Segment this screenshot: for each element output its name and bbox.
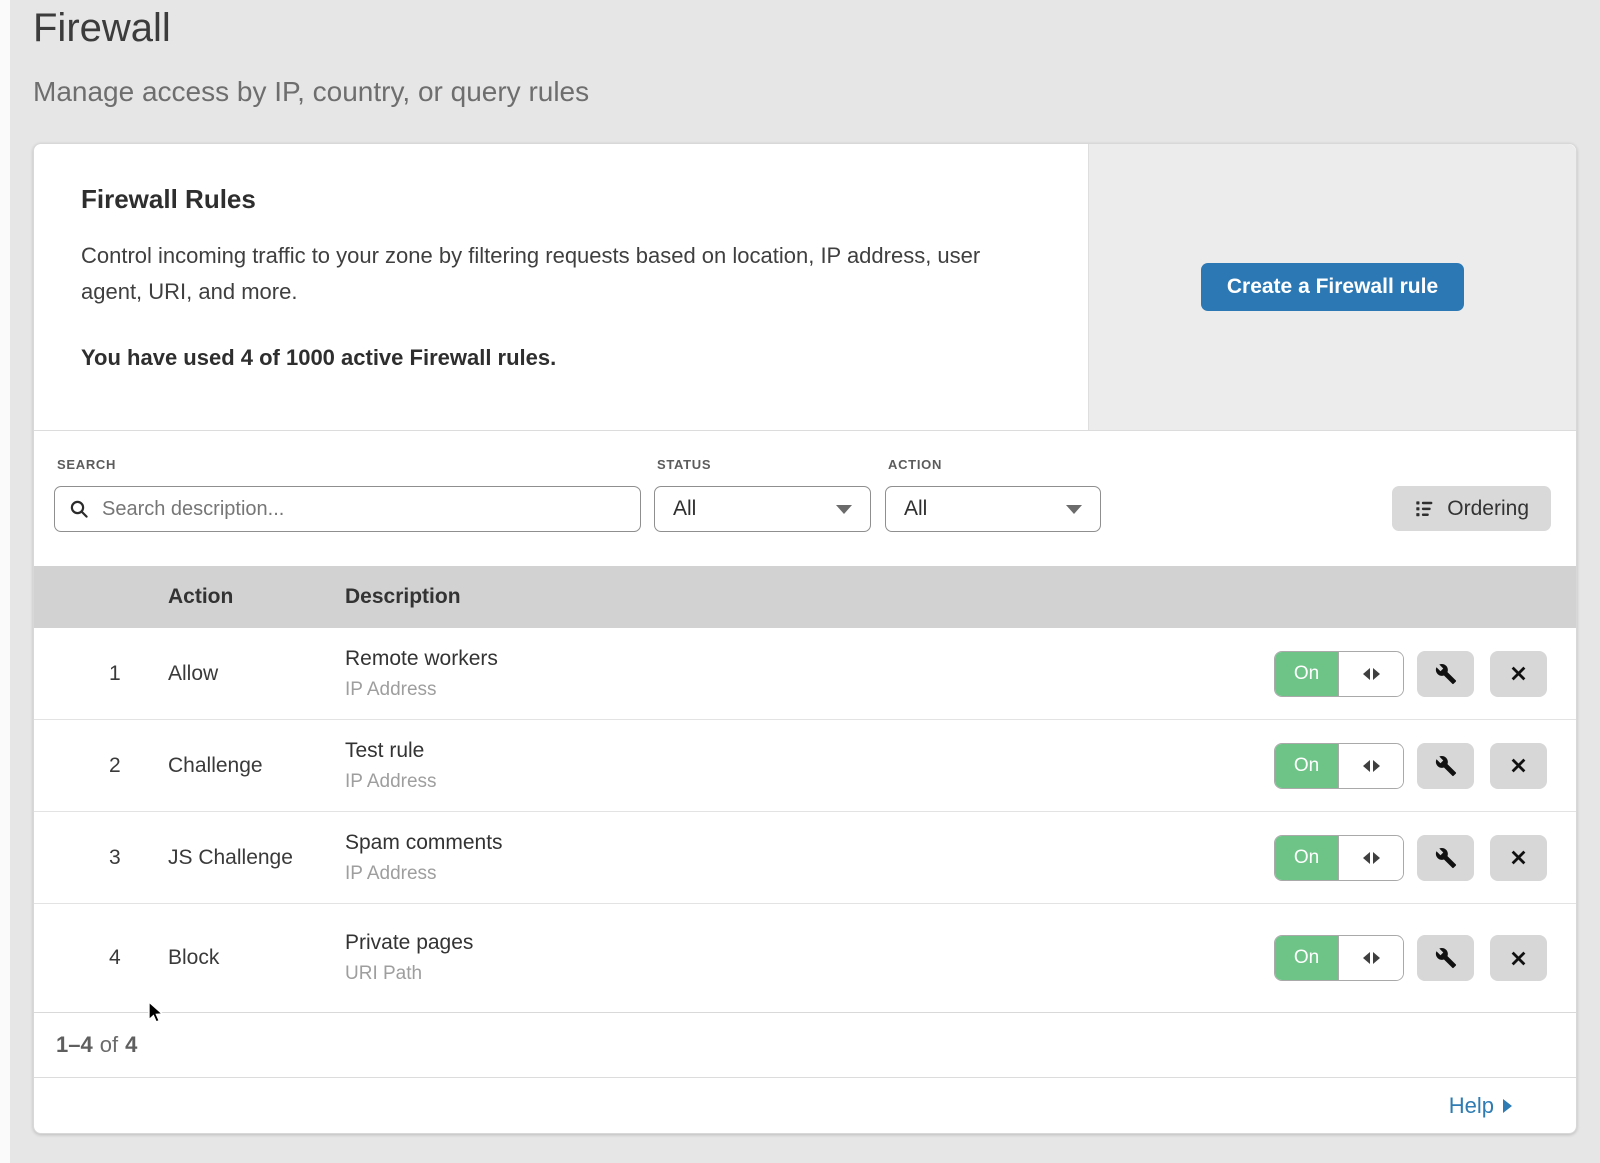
create-firewall-rule-button[interactable]: Create a Firewall rule: [1201, 263, 1464, 311]
delete-rule-button[interactable]: [1490, 651, 1547, 697]
edit-rule-button[interactable]: [1417, 935, 1474, 981]
action-group: ACTION All: [885, 457, 1101, 566]
rule-target: IP Address: [345, 679, 1274, 701]
pagination-range: 1–4: [56, 1032, 93, 1058]
close-icon: [1508, 663, 1529, 684]
search-group: SEARCH: [54, 457, 641, 566]
status-select[interactable]: All: [654, 486, 871, 532]
wrench-icon: [1435, 755, 1457, 777]
search-label: SEARCH: [57, 457, 641, 472]
delete-rule-button[interactable]: [1490, 935, 1547, 981]
page-title: Firewall: [33, 6, 589, 51]
rule-priority: 3: [34, 846, 168, 870]
edit-rule-button[interactable]: [1417, 743, 1474, 789]
toggle-arrows-icon[interactable]: [1338, 936, 1403, 980]
toggle-on-label: On: [1275, 936, 1338, 980]
toggle-on-label: On: [1275, 836, 1338, 880]
rule-description: Private pages: [345, 931, 1274, 955]
search-input[interactable]: [100, 497, 626, 522]
firewall-rules-card: Firewall Rules Control incoming traffic …: [33, 143, 1577, 1134]
rule-target: IP Address: [345, 863, 1274, 885]
firewall-rules-description: Control incoming traffic to your zone by…: [81, 238, 1028, 310]
edit-rule-button[interactable]: [1417, 835, 1474, 881]
rule-toggle[interactable]: On: [1274, 935, 1404, 981]
rule-target: IP Address: [345, 771, 1274, 793]
rule-description: Test rule: [345, 739, 1274, 763]
close-icon: [1508, 948, 1529, 969]
toggle-arrows-icon[interactable]: [1338, 836, 1403, 880]
filter-bar: SEARCH STATUS All ACTION All: [34, 431, 1576, 566]
rule-target: URI Path: [345, 963, 1274, 985]
overview-section: Firewall Rules Control incoming traffic …: [34, 144, 1576, 431]
delete-rule-button[interactable]: [1490, 835, 1547, 881]
chevron-down-icon: [1066, 505, 1082, 514]
column-action: Action: [168, 585, 345, 609]
rule-controls: On: [1274, 935, 1576, 981]
toggle-on-label: On: [1275, 652, 1338, 696]
wrench-icon: [1435, 663, 1457, 685]
action-select-value: All: [904, 497, 927, 521]
table-header: Action Description: [34, 566, 1576, 628]
overview-text-block: Firewall Rules Control incoming traffic …: [34, 144, 1088, 430]
delete-rule-button[interactable]: [1490, 743, 1547, 789]
pagination-total: 4: [125, 1032, 137, 1058]
left-edge-strip: [0, 0, 10, 1163]
help-link-label: Help: [1449, 1093, 1494, 1119]
pagination-of: of: [100, 1032, 118, 1058]
table-row: 1 Allow Remote workers IP Address On: [34, 628, 1576, 720]
toggle-on-label: On: [1275, 744, 1338, 788]
rule-toggle[interactable]: On: [1274, 651, 1404, 697]
rule-priority: 1: [34, 662, 168, 686]
chevron-down-icon: [836, 505, 852, 514]
rule-toggle[interactable]: On: [1274, 743, 1404, 789]
table-row: 3 JS Challenge Spam comments IP Address …: [34, 812, 1576, 904]
rule-controls: On: [1274, 651, 1576, 697]
help-link[interactable]: Help: [1449, 1093, 1512, 1119]
rule-controls: On: [1274, 743, 1576, 789]
firewall-rules-heading: Firewall Rules: [81, 184, 1028, 215]
status-select-value: All: [673, 497, 696, 521]
table-row: 4 Block Private pages URI Path On: [34, 904, 1576, 1013]
page-header: Firewall Manage access by IP, country, o…: [33, 6, 589, 108]
pagination: 1–4 of 4: [34, 1013, 1576, 1077]
toggle-arrows-icon[interactable]: [1338, 652, 1403, 696]
search-box[interactable]: [54, 486, 641, 532]
rules-table-body: 1 Allow Remote workers IP Address On: [34, 628, 1576, 1013]
toggle-arrows-icon[interactable]: [1338, 744, 1403, 788]
firewall-rules-usage: You have used 4 of 1000 active Firewall …: [81, 345, 1028, 371]
table-row: 2 Challenge Test rule IP Address On: [34, 720, 1576, 812]
ordering-button-label: Ordering: [1447, 497, 1529, 521]
action-select[interactable]: All: [885, 486, 1101, 532]
rule-description: Spam comments: [345, 831, 1274, 855]
page-subtitle: Manage access by IP, country, or query r…: [33, 76, 589, 108]
rule-action: Block: [168, 946, 345, 970]
ordering-button[interactable]: Ordering: [1392, 486, 1551, 531]
action-label: ACTION: [888, 457, 1101, 472]
wrench-icon: [1435, 847, 1457, 869]
rule-action: Allow: [168, 662, 345, 686]
rule-action: JS Challenge: [168, 846, 345, 870]
ordering-list-icon: [1414, 498, 1435, 519]
column-description: Description: [345, 585, 1576, 609]
edit-rule-button[interactable]: [1417, 651, 1474, 697]
wrench-icon: [1435, 947, 1457, 969]
rule-toggle[interactable]: On: [1274, 835, 1404, 881]
rule-priority: 2: [34, 754, 168, 778]
card-footer: Help: [34, 1077, 1576, 1133]
status-group: STATUS All: [654, 457, 871, 566]
chevron-right-icon: [1503, 1099, 1512, 1113]
rule-description: Remote workers: [345, 647, 1274, 671]
status-label: STATUS: [657, 457, 871, 472]
rule-priority: 4: [34, 946, 168, 970]
rule-controls: On: [1274, 835, 1576, 881]
close-icon: [1508, 847, 1529, 868]
cta-panel: Create a Firewall rule: [1088, 144, 1576, 430]
search-icon: [69, 499, 89, 519]
rule-action: Challenge: [168, 754, 345, 778]
close-icon: [1508, 755, 1529, 776]
